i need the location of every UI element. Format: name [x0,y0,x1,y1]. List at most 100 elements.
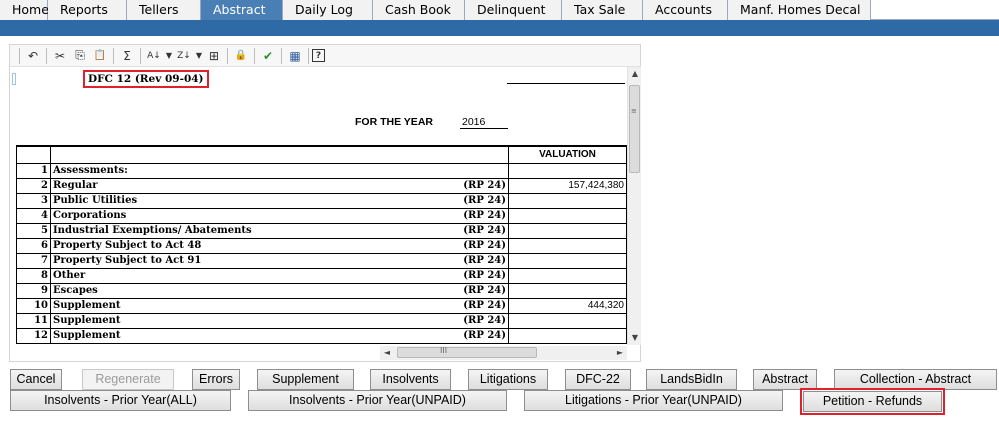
chevron-down-icon[interactable]: ▼ [164,51,174,60]
row-number: 2 [16,177,51,194]
sort-ascending-icon[interactable]: A↓ [144,47,164,65]
table-row: 8 Other (RP 24) [16,267,627,284]
abstract-button[interactable]: Abstract [753,369,817,390]
row-reference: (RP 24) [463,269,506,281]
scroll-left-icon[interactable]: ◄ [380,346,394,360]
row-description: Supplement (RP 24) [50,327,509,344]
grip-icon: ≡ [631,107,637,115]
row-description: Supplement (RP 24) [50,297,509,314]
toolbar-separator [281,47,282,64]
row-description-text: Assessments: [53,165,128,176]
tab-delinquent[interactable]: Delinquent [465,0,562,20]
valuation-header: VALUATION [508,145,627,164]
scroll-down-icon[interactable]: ▼ [628,331,642,345]
tab-reports[interactable]: Reports [48,0,127,20]
tab-accounts[interactable]: Accounts [643,0,728,20]
cut-icon[interactable]: ✂ [50,47,70,65]
copy-icon[interactable]: ⎘ [70,47,90,65]
cancel-button[interactable]: Cancel [10,369,62,390]
chevron-down-icon[interactable]: ▼ [194,51,204,60]
tab-tellers[interactable]: Tellers [127,0,201,20]
horizontal-scroll-thumb[interactable] [397,347,537,358]
table-row: 1 Assessments: [16,162,627,179]
toolbar-separator [254,47,255,64]
row-value[interactable] [508,267,627,284]
collection-abstract-button[interactable]: Collection - Abstract [834,369,997,390]
tab-home[interactable]: Home [0,0,49,20]
landsbidin-button[interactable]: LandsBidIn [646,369,737,390]
help-icon[interactable]: ? [312,49,325,62]
filter-icon[interactable]: ⊞ [204,47,224,65]
form-id-label: DFC 12 (Rev 09-04) [83,70,209,88]
row-value[interactable] [508,282,627,299]
divider-line [507,83,625,84]
row-reference: (RP 24) [463,314,506,326]
petition-refunds-button[interactable]: Petition - Refunds [800,388,945,415]
row-reference: (RP 24) [463,284,506,296]
row-description-text: Public Utilities [53,195,138,206]
scroll-right-icon[interactable]: ► [613,346,627,360]
row-number: 12 [16,327,51,344]
toolbar-separator [227,47,228,64]
row-value[interactable] [508,222,627,239]
dfc-22-button[interactable]: DFC-22 [565,369,631,390]
row-number: 7 [16,252,51,269]
row-value[interactable]: 157,424,380 [508,177,627,194]
insolvents-button[interactable]: Insolvents [370,369,451,390]
row-value[interactable] [508,162,627,179]
vertical-scrollbar[interactable]: ▲ ≡ ▼ [627,67,641,345]
row-description-text: Corporations [53,210,127,221]
paste-icon[interactable]: 📋 [90,47,110,65]
protect-icon[interactable]: 🔒 [231,47,251,65]
horizontal-scrollbar[interactable]: ◄ III ► [380,346,627,360]
report-document: DFC 12 (Rev 09-04) FOR THE YEAR 2016 VAL… [10,67,627,345]
row-reference: (RP 24) [463,179,506,191]
abstract-table: VALUATION 1 Assessments: 2 Regular (RP 24… [16,145,627,344]
litigations-prior-year-unpaid-button[interactable]: Litigations - Prior Year(UNPAID) [524,390,783,411]
tab-cash-book[interactable]: Cash Book [373,0,465,20]
vertical-scroll-thumb[interactable] [629,85,640,173]
sort-descending-icon[interactable]: Z↓ [174,47,194,65]
row-value[interactable] [508,312,627,329]
row-value[interactable] [508,252,627,269]
row-description-text: Other [53,270,86,281]
export-excel-icon[interactable]: ✔ [258,47,278,65]
tab-tax-sale[interactable]: Tax Sale [562,0,643,20]
undo-icon[interactable]: ↶ [23,47,43,65]
tab-abstract[interactable]: Abstract [201,0,283,20]
row-value[interactable] [508,207,627,224]
row-reference: (RP 24) [463,239,506,251]
insolvents-prior-year-all-button[interactable]: Insolvents - Prior Year(ALL) [10,390,231,411]
for-year-value[interactable]: 2016 [460,116,508,129]
row-description-text: Property Subject to Act 48 [53,240,202,251]
row-number: 6 [16,237,51,254]
report-editor: ↶ ✂ ⎘ 📋 Σ A↓ ▼ Z↓ ▼ ⊞ 🔒 ✔ ▦ ? DFC 12 (Re… [9,44,641,362]
scroll-up-icon[interactable]: ▲ [628,67,642,81]
row-description-text: Regular [53,180,98,191]
row-value[interactable]: 444,320 [508,297,627,314]
row-value[interactable] [508,237,627,254]
row-value[interactable] [508,327,627,344]
toolbar-separator [46,47,47,64]
table-row: 10 Supplement (RP 24) 444,320 [16,297,627,314]
row-description: Public Utilities (RP 24) [50,192,509,209]
row-description-text: Supplement [53,300,121,311]
supplement-button[interactable]: Supplement [257,369,354,390]
toolbar-separator [140,47,141,64]
tab-manf-homes-decal[interactable]: Manf. Homes Decal [728,0,871,20]
calculator-icon[interactable]: ▦ [285,47,305,65]
row-reference: (RP 24) [463,299,506,311]
litigations-button[interactable]: Litigations [468,369,548,390]
sum-icon[interactable]: Σ [117,47,137,65]
table-row: 7 Property Subject to Act 91 (RP 24) [16,252,627,269]
regenerate-button[interactable]: Regenerate [82,369,174,390]
row-value[interactable] [508,192,627,209]
tab-daily-log[interactable]: Daily Log [283,0,373,20]
row-reference: (RP 24) [463,209,506,221]
errors-button[interactable]: Errors [192,369,240,390]
row-description: Other (RP 24) [50,267,509,284]
row-number: 3 [16,192,51,209]
row-description-text: Escapes [53,285,98,296]
insolvents-prior-year-unpaid-button[interactable]: Insolvents - Prior Year(UNPAID) [248,390,507,411]
row-number: 1 [16,162,51,179]
